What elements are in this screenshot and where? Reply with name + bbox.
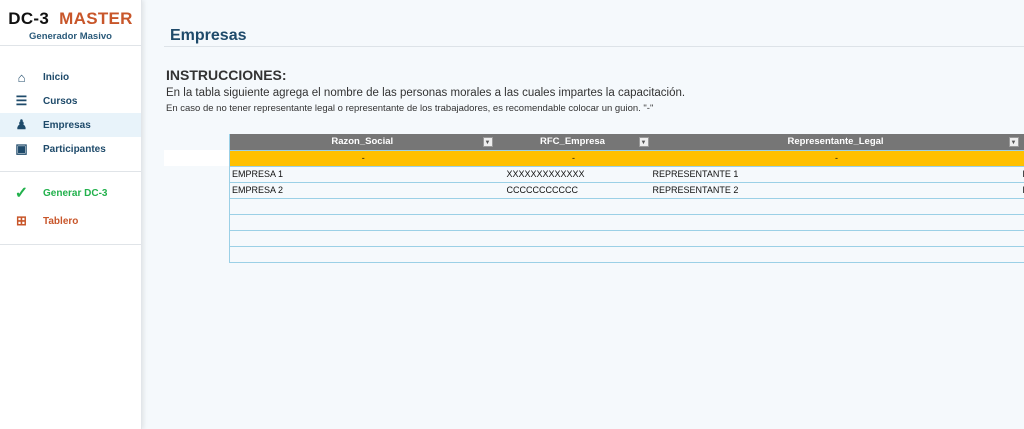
instructions-title: INSTRUCCIONES: xyxy=(166,67,287,83)
table-row: EMPRESA 1XXXXXXXXXXXXXREPRESENTANTE 1R xyxy=(229,165,1024,183)
check-icon: ✓ xyxy=(14,185,29,202)
column-header-rfc-empresa: RFC_Empresa ▼ xyxy=(494,134,651,150)
table-cell[interactable]: R xyxy=(1020,165,1024,183)
tablero-button[interactable]: ⊞ Tablero xyxy=(0,207,141,235)
table-cell[interactable]: - xyxy=(650,149,1021,167)
generar-dc3-button[interactable]: ✓ Generar DC-3 xyxy=(0,179,141,207)
table-row xyxy=(229,213,1024,231)
divider xyxy=(164,46,1024,47)
sidebar-item-label: Cursos xyxy=(43,95,78,107)
brand-accent: MASTER xyxy=(59,9,133,28)
placeholder-row: --- xyxy=(229,149,1024,167)
column-header-razon-social: Razon_Social ▼ xyxy=(229,134,495,150)
table-cell[interactable]: REPRESENTANTE 1 xyxy=(650,165,1021,183)
page-title: Empresas xyxy=(170,27,247,44)
main-content: Empresas INSTRUCCIONES: En la tabla sigu… xyxy=(150,0,1024,429)
table-cell[interactable]: - xyxy=(229,149,495,167)
table-cell[interactable]: R xyxy=(1020,181,1024,199)
table-cell[interactable] xyxy=(650,213,1021,231)
table-cell[interactable]: REPRESENTANTE 2 xyxy=(650,181,1021,199)
table-cell[interactable] xyxy=(494,197,651,215)
filter-dropdown-icon[interactable]: ▼ xyxy=(1008,137,1019,147)
table-cell[interactable] xyxy=(1020,213,1024,231)
sidebar-item-cursos[interactable]: ☰ Cursos xyxy=(0,89,141,113)
instructions-line-2: En caso de no tener representante legal … xyxy=(166,103,654,114)
table-cell[interactable]: EMPRESA 2 xyxy=(229,181,495,199)
sidebar-item-inicio[interactable]: ⌂ Inicio xyxy=(0,65,141,89)
table-cell[interactable]: XXXXXXXXXXXXX xyxy=(494,165,651,183)
brand-name: DC-3 xyxy=(8,9,50,28)
table-cell[interactable] xyxy=(229,245,495,263)
table-row: EMPRESA 2CCCCCCCCCCCREPRESENTANTE 2R xyxy=(229,181,1024,199)
table-cell[interactable] xyxy=(650,197,1021,215)
table-cell[interactable]: EMPRESA 1 xyxy=(229,165,495,183)
brand-subtitle: Generador Masivo xyxy=(29,31,112,42)
table-cell[interactable] xyxy=(494,229,651,247)
sidebar: DC-3 MASTER Generador Masivo ⌂ Inicio ☰ Cu… xyxy=(0,0,142,429)
sidebar-item-participantes[interactable]: ▣ Participantes xyxy=(0,137,141,161)
filter-dropdown-icon[interactable]: ▼ xyxy=(638,137,649,147)
instructions-line-1: En la tabla siguiente agrega el nombre d… xyxy=(166,87,686,99)
sidebar-item-label: Empresas xyxy=(43,119,91,131)
table-cell[interactable] xyxy=(229,213,495,231)
table-cell[interactable]: CCCCCCCCCCC xyxy=(494,181,651,199)
table-cell[interactable] xyxy=(1020,245,1024,263)
table-cell[interactable] xyxy=(494,213,651,231)
books-icon: ☰ xyxy=(15,93,28,108)
cell-stub xyxy=(164,150,229,166)
table-cell[interactable] xyxy=(650,245,1021,263)
sidebar-item-empresas[interactable]: ♟ Empresas xyxy=(0,113,141,137)
action-label: Generar DC-3 xyxy=(43,187,108,199)
table-cell[interactable]: - xyxy=(494,149,651,167)
brand-logo: DC-3 MASTER Generador Masivo xyxy=(0,0,141,46)
table-cell[interactable] xyxy=(229,229,495,247)
table-cell[interactable] xyxy=(1020,197,1024,215)
column-header-representante-legal: Representante_Legal ▼ xyxy=(650,134,1021,150)
column-header-extra xyxy=(1020,134,1024,150)
empresas-table: Razon_Social ▼ RFC_Empresa ▼ Representante… xyxy=(229,134,1024,263)
id-card-icon: ▣ xyxy=(15,141,28,156)
filter-dropdown-icon[interactable]: ▼ xyxy=(482,137,493,147)
table-cell[interactable] xyxy=(1020,149,1024,167)
sidebar-item-label: Inicio xyxy=(43,71,70,83)
home-icon: ⌂ xyxy=(17,69,26,85)
dashboard-icon: ⊞ xyxy=(16,213,27,228)
table-cell[interactable] xyxy=(494,245,651,263)
table-row xyxy=(229,229,1024,247)
action-label: Tablero xyxy=(43,215,79,227)
table-cell[interactable] xyxy=(229,197,495,215)
sidebar-item-label: Participantes xyxy=(43,143,106,155)
table-row xyxy=(229,197,1024,215)
table-row xyxy=(229,245,1024,263)
office-chair-icon: ♟ xyxy=(15,117,28,132)
table-cell[interactable] xyxy=(650,229,1021,247)
table-cell[interactable] xyxy=(1020,229,1024,247)
